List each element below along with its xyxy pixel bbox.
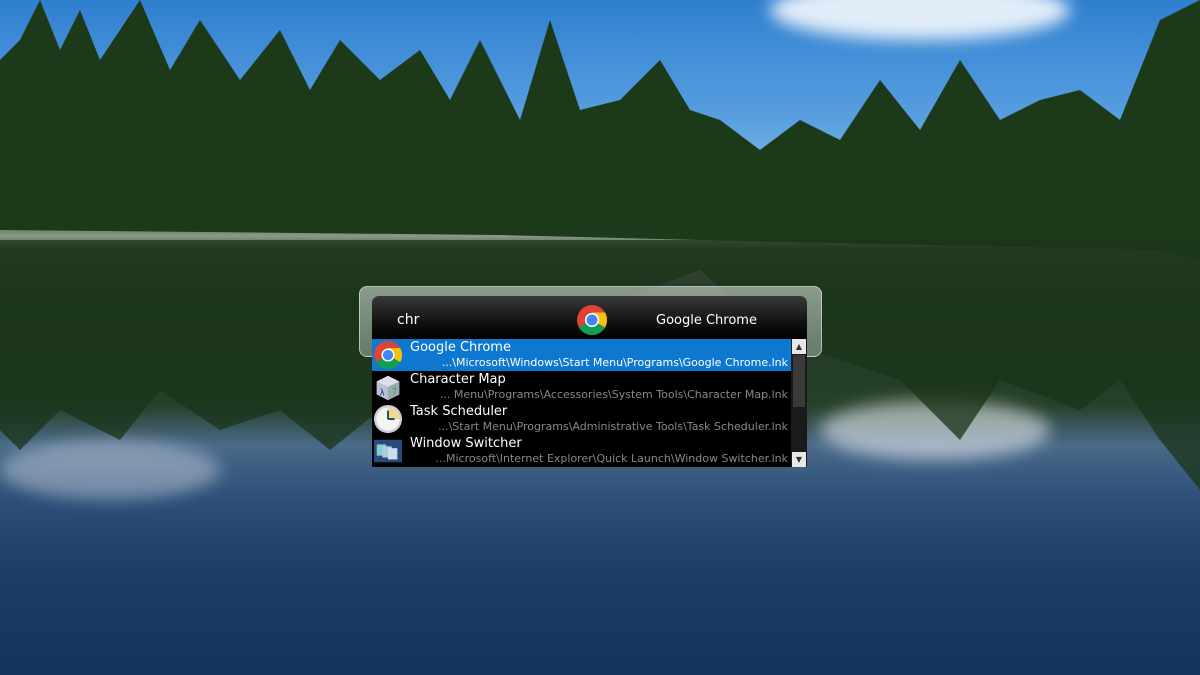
scrollbar[interactable]: ▲ ▼	[791, 339, 807, 467]
forest	[0, 0, 1200, 260]
selected-result-label: Google Chrome	[656, 313, 757, 328]
clock-icon	[373, 404, 403, 434]
result-name: Window Switcher	[410, 436, 522, 451]
result-name: Task Scheduler	[410, 404, 508, 419]
list-item[interactable]: λ7 Character Map ... Menu\Programs\Acces…	[372, 371, 791, 403]
svg-text:λ: λ	[380, 387, 385, 397]
scrollbar-thumb[interactable]	[793, 355, 805, 407]
window-switcher-icon	[373, 439, 403, 463]
list-item[interactable]: Window Switcher ...Microsoft\Internet Ex…	[372, 435, 791, 467]
result-path: ...\Microsoft\Windows\Start Menu\Program…	[441, 356, 788, 369]
list-item[interactable]: Task Scheduler ...\Start Menu\Programs\A…	[372, 403, 791, 435]
chrome-icon	[577, 305, 608, 336]
result-path: ...Microsoft\Internet Explorer\Quick Lau…	[435, 452, 788, 465]
svg-text:7: 7	[392, 387, 397, 397]
results-list: Google Chrome ...\Microsoft\Windows\Star…	[372, 339, 807, 467]
scroll-down-arrow-icon[interactable]: ▼	[792, 452, 806, 467]
list-item[interactable]: Google Chrome ...\Microsoft\Windows\Star…	[372, 339, 791, 371]
scroll-up-arrow-icon[interactable]: ▲	[792, 339, 806, 354]
search-input[interactable]: chr	[397, 312, 419, 328]
result-path: ... Menu\Programs\Accessories\System Too…	[439, 388, 788, 401]
result-path: ...\Start Menu\Programs\Administrative T…	[438, 420, 788, 433]
result-name: Character Map	[410, 372, 506, 387]
character-map-icon: λ7	[376, 375, 400, 401]
chrome-icon	[373, 340, 403, 370]
result-name: Google Chrome	[410, 340, 511, 355]
